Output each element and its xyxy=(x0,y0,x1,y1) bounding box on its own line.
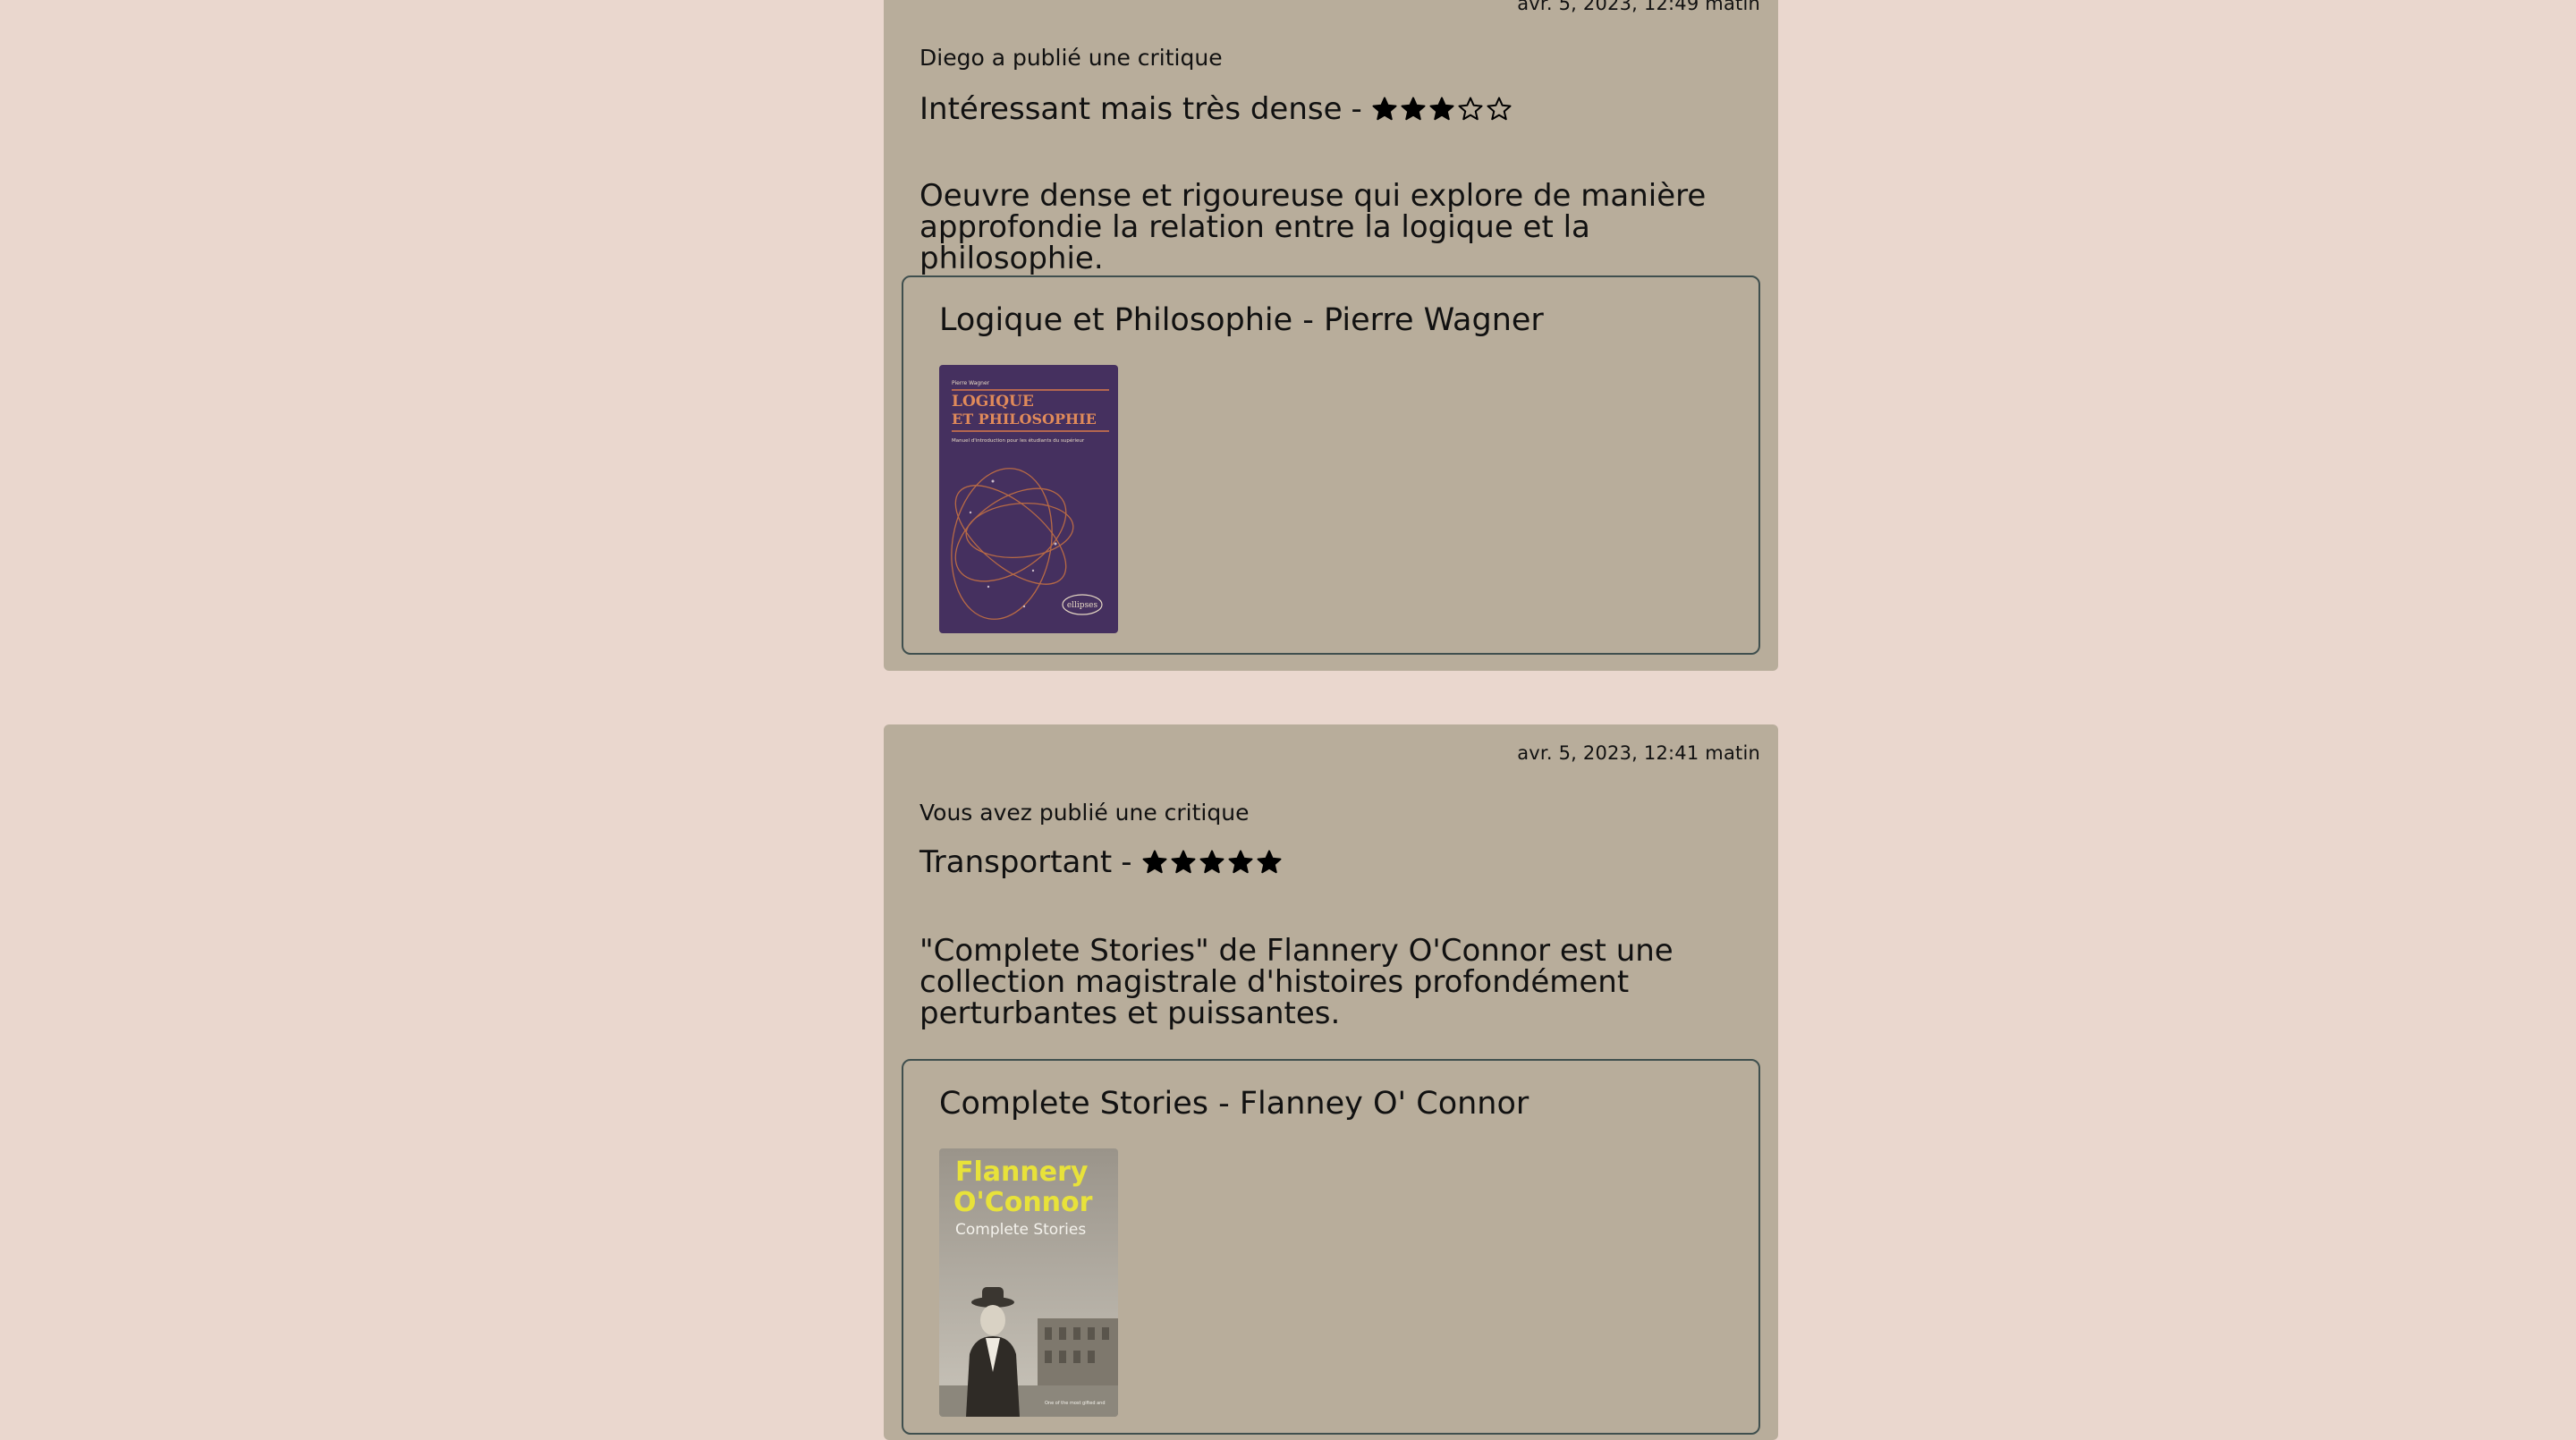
star-filled-icon xyxy=(1429,97,1454,121)
book-cover-image[interactable]: Pierre Wagner LOGIQUE ET PHILOSOPHIE Man… xyxy=(939,365,1118,633)
cover-author-line2: O'Connor xyxy=(953,1187,1093,1218)
review-body: "Complete Stories" de Flannery O'Connor … xyxy=(919,933,1674,1031)
cover-author-line1: Flannery xyxy=(955,1156,1089,1188)
review-body: Oeuvre dense et rigoureuse qui explore d… xyxy=(919,178,1707,276)
review-post: avr. 5, 2023, 12:41 matin Vous avez publ… xyxy=(884,724,1778,1440)
review-headline: Transportant - xyxy=(919,844,1283,880)
book-title[interactable]: Logique et Philosophie - Pierre Wagner xyxy=(939,302,1544,338)
post-activity-text: Diego a publié une critique xyxy=(919,45,1223,71)
review-title: Transportant xyxy=(919,844,1113,880)
book-card[interactable]: Complete Stories - Flanney O' Connor Fla… xyxy=(902,1059,1760,1435)
post-timestamp: avr. 5, 2023, 12:49 matin xyxy=(1517,0,1760,14)
star-empty-icon xyxy=(1487,97,1512,121)
star-filled-icon xyxy=(1401,97,1426,121)
book-title[interactable]: Complete Stories - Flanney O' Connor xyxy=(939,1086,1529,1122)
star-empty-icon xyxy=(1458,97,1483,121)
star-filled-icon xyxy=(1372,97,1397,121)
book-cover-image[interactable]: Flannery O'Connor Complete Stories One o… xyxy=(939,1148,1118,1417)
post-activity-text: Vous avez publié une critique xyxy=(919,800,1250,826)
cover-title-line2: ET PHILOSOPHIE xyxy=(952,411,1097,428)
star-filled-icon xyxy=(1199,850,1224,874)
title-separator: - xyxy=(1121,844,1132,880)
cover-blurb: One of the most gifted and xyxy=(1045,1401,1106,1406)
review-headline: Intéressant mais très dense - xyxy=(919,91,1513,127)
star-filled-icon xyxy=(1228,850,1253,874)
star-filled-icon xyxy=(1171,850,1196,874)
title-separator: - xyxy=(1351,91,1362,127)
book-card[interactable]: Logique et Philosophie - Pierre Wagner P… xyxy=(902,275,1760,655)
cover-title: Complete Stories xyxy=(955,1221,1086,1239)
cover-publisher: ellipses xyxy=(1067,601,1098,610)
review-post: avr. 5, 2023, 12:49 matin Diego a publié… xyxy=(884,0,1778,671)
review-title: Intéressant mais très dense xyxy=(919,91,1343,127)
cover-subtitle: Manuel d'introduction pour les étudiants… xyxy=(952,437,1085,444)
post-timestamp: avr. 5, 2023, 12:41 matin xyxy=(1517,742,1760,764)
star-rating xyxy=(1371,96,1513,123)
cover-author: Pierre Wagner xyxy=(952,380,990,386)
star-rating xyxy=(1141,849,1283,876)
cover-title-line1: LOGIQUE xyxy=(952,393,1034,411)
star-filled-icon xyxy=(1257,850,1282,874)
star-filled-icon xyxy=(1142,850,1167,874)
